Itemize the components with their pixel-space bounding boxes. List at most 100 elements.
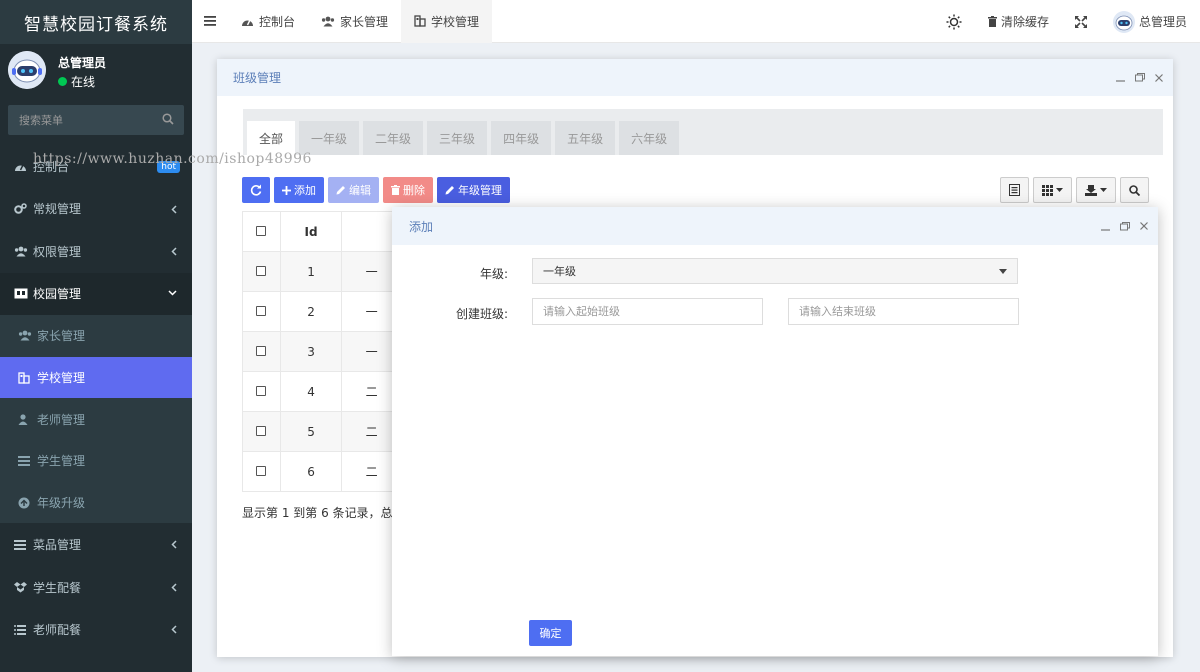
fullscreen-button[interactable] xyxy=(1062,0,1100,43)
row-checkbox-cell xyxy=(242,251,281,292)
user-menu[interactable]: 总管理员 xyxy=(1100,0,1200,43)
select-all-checkbox[interactable] xyxy=(256,225,267,236)
confirm-button[interactable]: 确定 xyxy=(529,620,572,646)
avatar xyxy=(8,51,46,89)
row-checkbox[interactable] xyxy=(256,425,267,436)
building-icon xyxy=(18,371,32,384)
export-icon xyxy=(1085,184,1097,196)
row-checkbox[interactable] xyxy=(256,345,267,356)
user-icon xyxy=(18,414,32,425)
grade-select[interactable]: 一年级 xyxy=(532,258,1018,284)
row-checkbox[interactable] xyxy=(256,465,267,476)
table-row[interactable]: 1 一 xyxy=(242,251,402,292)
tab-grade-6[interactable]: 六年级 xyxy=(619,121,680,155)
chevron-left-icon xyxy=(171,540,177,549)
sidebar-item-label: 家长管理 xyxy=(37,329,86,344)
row-checkbox[interactable] xyxy=(256,305,267,316)
dialog-header: 添加 xyxy=(392,207,1158,245)
tab-dashboard[interactable]: 控制台 xyxy=(228,0,308,43)
sidebar-item-parents[interactable]: 家长管理 xyxy=(0,315,192,357)
sidebar-item-teacher-meals[interactable]: 老师配餐 xyxy=(0,608,192,651)
table-row[interactable]: 2 一 xyxy=(242,291,402,332)
tab-all[interactable]: 全部 xyxy=(247,121,296,155)
table-row[interactable]: 3 一 xyxy=(242,331,402,372)
end-class-input[interactable] xyxy=(788,298,1019,325)
id-cell: 2 xyxy=(279,291,343,332)
users-icon xyxy=(18,330,32,341)
tab-grade-5[interactable]: 五年级 xyxy=(555,121,616,155)
table-row[interactable]: 4 二 xyxy=(242,371,402,412)
sidebar-item-student-meals[interactable]: 学生配餐 xyxy=(0,566,192,609)
tab-label: 家长管理 xyxy=(340,14,389,29)
delete-button[interactable]: 删除 xyxy=(383,177,433,203)
sidebar-item-teachers[interactable]: 老师管理 xyxy=(0,398,192,441)
tab-schools[interactable]: 学校管理 xyxy=(401,0,493,43)
minimize-icon[interactable] xyxy=(1101,222,1110,231)
caret-down-icon xyxy=(1056,188,1063,192)
add-button[interactable]: 添加 xyxy=(274,177,324,203)
user-status-label: 在线 xyxy=(71,75,96,89)
sidebar-item-grade-upgrade[interactable]: 年级升级 xyxy=(0,481,192,524)
sidebar-item-permissions[interactable]: 权限管理 xyxy=(0,230,192,273)
tab-grade-2[interactable]: 二年级 xyxy=(363,121,424,155)
sidebar-item-campus[interactable]: 校园管理 xyxy=(0,272,192,315)
columns-button[interactable] xyxy=(1033,177,1072,203)
sidebar-item-label: 老师配餐 xyxy=(33,623,82,638)
watermark: https://www.huzhan.com/ishop48996 xyxy=(33,151,312,167)
list-icon xyxy=(18,455,32,466)
table-row[interactable]: 6 二 xyxy=(242,451,402,492)
building-icon xyxy=(414,15,426,27)
minimize-icon[interactable] xyxy=(1116,73,1125,82)
create-class-label: 创建班级: xyxy=(455,307,508,321)
cogs-icon xyxy=(14,203,28,215)
search-input[interactable] xyxy=(8,105,184,135)
pencil-icon xyxy=(445,185,455,195)
start-class-input[interactable] xyxy=(532,298,763,325)
tab-parents[interactable]: 家长管理 xyxy=(308,0,401,43)
user-status: 在线 xyxy=(58,73,95,90)
trash-icon xyxy=(987,16,997,27)
row-checkbox[interactable] xyxy=(256,265,267,276)
user-menu-name: 总管理员 xyxy=(1138,15,1187,29)
edit-button[interactable]: 编辑 xyxy=(328,177,379,203)
clear-cache-label: 清除缓存 xyxy=(1000,15,1049,29)
export-button[interactable] xyxy=(1076,177,1116,203)
search-icon[interactable] xyxy=(162,113,174,125)
sidebar-item-label: 学生配餐 xyxy=(33,580,82,595)
id-cell: 3 xyxy=(279,331,343,372)
tab-grade-1[interactable]: 一年级 xyxy=(299,121,360,155)
sidebar-item-schools[interactable]: 学校管理 xyxy=(0,356,192,399)
list-icon xyxy=(14,539,28,550)
sidebar-item-students[interactable]: 学生管理 xyxy=(0,440,192,482)
maximize-icon[interactable] xyxy=(1135,73,1145,82)
sidebar-item-dishes[interactable]: 菜品管理 xyxy=(0,523,192,566)
maximize-icon[interactable] xyxy=(1120,221,1130,231)
toggle-view-button[interactable] xyxy=(1000,177,1029,203)
tab-grade-3[interactable]: 三年级 xyxy=(427,121,488,155)
grade-manage-button[interactable]: 年级管理 xyxy=(437,177,510,203)
topbar-right: 清除缓存 总管理员 xyxy=(933,0,1200,43)
refresh-button[interactable] xyxy=(242,177,270,203)
tab-grade-4[interactable]: 四年级 xyxy=(491,121,552,155)
sidebar-item-label: 菜品管理 xyxy=(33,538,82,553)
sidebar-item-general[interactable]: 常规管理 xyxy=(0,188,192,231)
search-icon xyxy=(1129,184,1140,196)
theme-toggle-button[interactable] xyxy=(933,0,975,43)
row-checkbox[interactable] xyxy=(256,385,267,396)
add-button-label: 添加 xyxy=(294,184,316,197)
row-checkbox-cell xyxy=(242,451,281,492)
grade-label: 年级: xyxy=(479,267,508,281)
close-icon[interactable] xyxy=(1155,73,1163,82)
row-checkbox-cell xyxy=(242,371,281,412)
table-row[interactable]: 5 二 xyxy=(242,411,402,452)
caret-down-icon xyxy=(1100,188,1107,192)
user-name: 总管理员 xyxy=(58,56,107,70)
column-header-id[interactable]: Id xyxy=(279,211,343,252)
close-icon[interactable] xyxy=(1140,222,1148,230)
trash-icon xyxy=(391,185,400,195)
menu-toggle-icon[interactable] xyxy=(192,0,228,43)
dashboard-icon xyxy=(241,16,254,27)
topbar: 控制台 家长管理 学校管理 清除缓存 总管理员 xyxy=(192,0,1200,43)
clear-cache-button[interactable]: 清除缓存 xyxy=(975,0,1062,43)
search-button[interactable] xyxy=(1120,177,1149,203)
